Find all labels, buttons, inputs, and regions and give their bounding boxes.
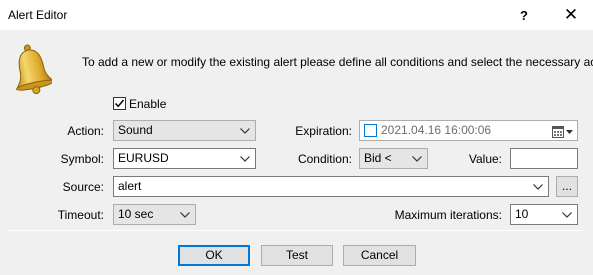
check-icon: [114, 99, 125, 108]
condition-value: Bid <: [364, 151, 392, 165]
intro-text: To add a new or modify the existing aler…: [82, 55, 593, 69]
max-iterations-label: Maximum iterations:: [394, 208, 502, 222]
symbol-select[interactable]: EURUSD: [113, 148, 256, 169]
enable-checkbox[interactable]: [113, 97, 126, 110]
source-select[interactable]: alert: [113, 176, 549, 197]
chevron-down-icon: [238, 121, 252, 140]
test-button[interactable]: Test: [261, 245, 333, 266]
symbol-value: EURUSD: [118, 151, 169, 165]
browse-button[interactable]: ...: [556, 176, 578, 197]
timeout-value: 10 sec: [118, 207, 154, 221]
dialog-body: To add a new or modify the existing aler…: [0, 30, 593, 275]
expiration-datetime-picker[interactable]: 2021.04.16 16:00:06: [359, 120, 578, 141]
max-iterations-select[interactable]: 10: [510, 204, 578, 225]
value-input[interactable]: [510, 148, 578, 169]
chevron-down-icon: [410, 149, 424, 168]
chevron-down-icon: [560, 205, 574, 224]
timeout-label: Timeout:: [57, 208, 104, 222]
action-label: Action:: [67, 124, 104, 138]
chevron-down-icon: [531, 177, 545, 196]
condition-label: Condition:: [297, 152, 352, 166]
window-title: Alert Editor: [8, 8, 68, 22]
condition-select[interactable]: Bid <: [359, 148, 428, 169]
expiration-checkbox[interactable]: [364, 124, 377, 137]
ok-button[interactable]: OK: [178, 245, 250, 266]
timeout-select[interactable]: 10 sec: [113, 204, 196, 225]
calendar-icon[interactable]: [552, 125, 574, 138]
title-bar: Alert Editor ? ✕: [0, 0, 593, 30]
cancel-button[interactable]: Cancel: [343, 245, 416, 266]
close-button[interactable]: ✕: [549, 0, 593, 30]
help-button[interactable]: ?: [502, 0, 546, 30]
separator: [8, 230, 583, 231]
action-select[interactable]: Sound: [113, 120, 256, 141]
symbol-label: Symbol:: [60, 152, 104, 166]
source-value: alert: [118, 179, 142, 193]
chevron-down-icon: [238, 149, 252, 168]
source-label: Source:: [62, 180, 104, 194]
value-label: Value:: [468, 152, 502, 166]
expiration-value: 2021.04.16 16:00:06: [381, 123, 492, 137]
max-iterations-value: 10: [515, 207, 529, 221]
action-value: Sound: [118, 123, 153, 137]
expiration-label: Expiration:: [295, 124, 352, 138]
enable-label[interactable]: Enable: [129, 97, 166, 111]
chevron-down-icon: [178, 205, 192, 224]
bell-icon: [8, 44, 55, 96]
